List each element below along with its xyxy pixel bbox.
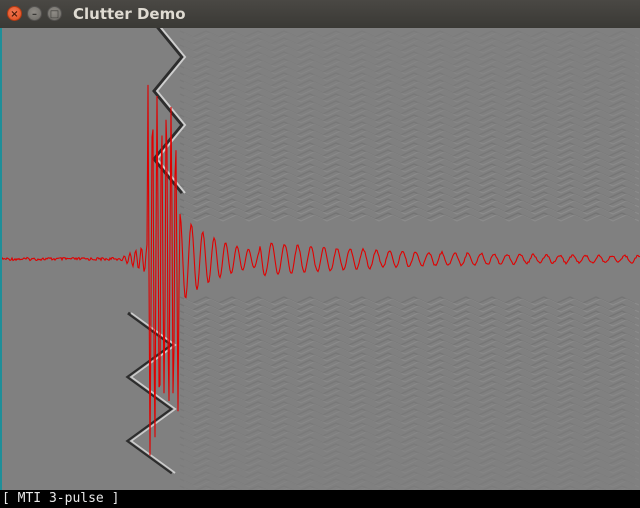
canvas-left-edge <box>0 28 2 490</box>
clutter-display-canvas[interactable] <box>0 28 640 490</box>
minimize-button[interactable]: – <box>27 6 42 21</box>
close-icon: × <box>10 9 19 20</box>
clutter-visualization <box>0 28 640 490</box>
maximize-button[interactable]: □ <box>47 6 62 21</box>
clutter-texture <box>125 28 640 490</box>
close-button[interactable]: × <box>7 6 22 21</box>
window-title: Clutter Demo <box>73 5 186 23</box>
minimize-icon: – <box>32 9 37 20</box>
app-window: × – □ Clutter Demo [ MTI 3-pulse ] <box>0 0 640 508</box>
title-bar[interactable]: × – □ Clutter Demo <box>0 0 640 29</box>
maximize-icon: □ <box>49 9 60 20</box>
status-bar: [ MTI 3-pulse ] <box>0 490 640 508</box>
status-text: [ MTI 3-pulse ] <box>2 491 120 506</box>
